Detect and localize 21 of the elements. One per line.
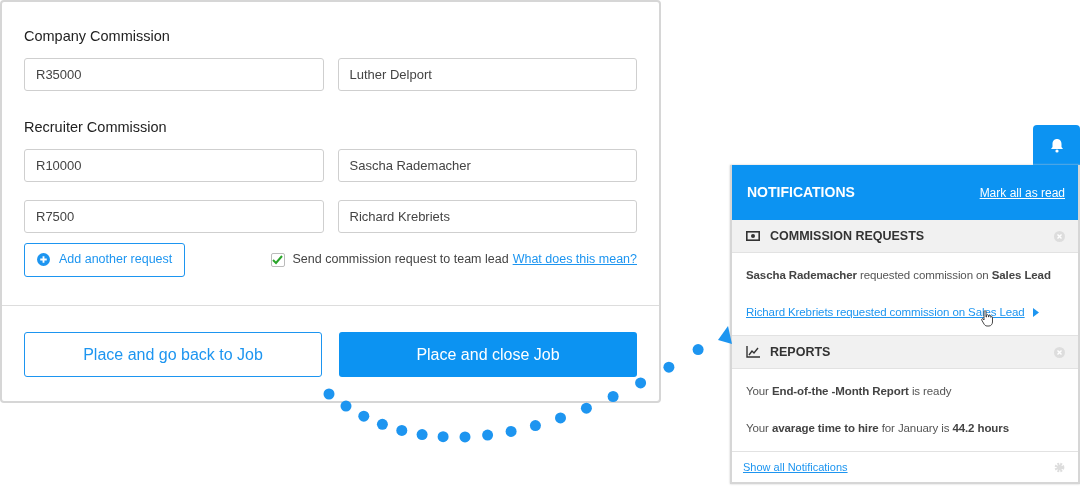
section-heading: Recruiter Commission	[24, 117, 168, 137]
person-field[interactable]: Sascha Rademacher	[337, 148, 637, 182]
notification-text: Your End-of-the -Month Report is ready	[746, 383, 952, 399]
notification-text: Sascha Rademacher requested commission on Sales Lead	[746, 267, 1051, 283]
person-field[interactable]: Richard Krebriets	[337, 199, 637, 233]
mark-all-read-link[interactable]: Mark all as read	[979, 183, 1065, 202]
add-request-button[interactable]: Add another request	[24, 242, 186, 277]
amount-field[interactable]: R35000	[24, 57, 324, 91]
notification-text: Your avarage time to hire for January is 44.2 hours	[746, 420, 1009, 436]
section-heading: Company Commission	[24, 27, 171, 46]
panel-title: NOTIFICATIONS	[747, 183, 855, 202]
place-close-button[interactable]: Place and close Job	[339, 332, 637, 377]
amount-field[interactable]: R10000	[24, 148, 324, 182]
place-back-button[interactable]: Place and go back to Job	[24, 332, 322, 377]
group-title: REPORTS	[770, 343, 832, 361]
checkbox-label: Send commission request to team lead	[292, 251, 509, 269]
group-title: COMMISSION REQUESTS	[770, 227, 926, 245]
amount-field[interactable]: R7500	[24, 199, 324, 233]
help-link[interactable]: What does this mean?	[512, 250, 637, 269]
person-field[interactable]: Luther Delport	[337, 57, 637, 91]
show-all-link[interactable]: Show all Notifications	[743, 458, 848, 476]
